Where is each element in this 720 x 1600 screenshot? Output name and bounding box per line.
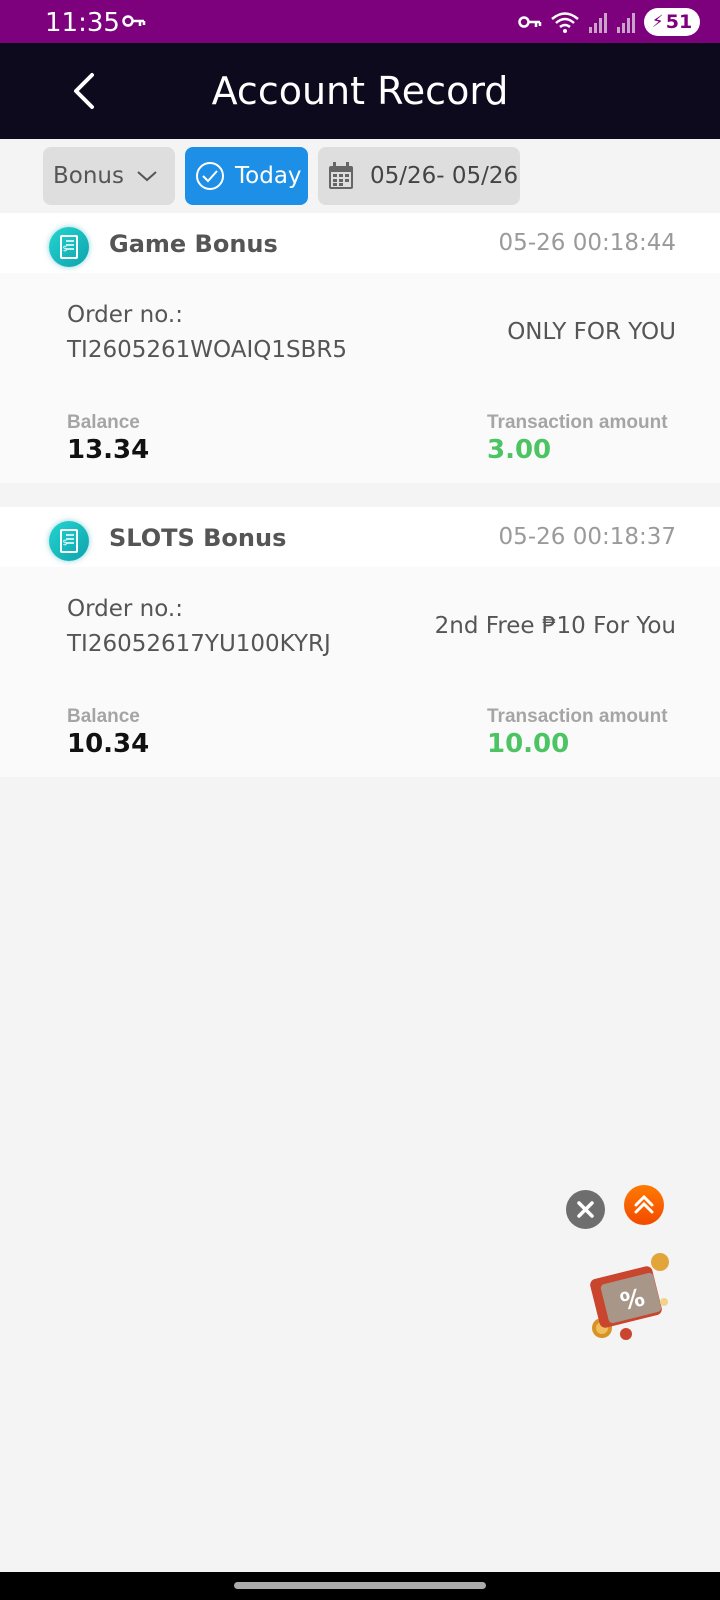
svg-text:$: $ (63, 244, 68, 253)
signal-icon (617, 13, 635, 33)
transaction-amount-value: 3.00 (487, 435, 552, 465)
close-icon (577, 1201, 594, 1218)
wifi-icon (551, 12, 579, 33)
order-no-label: Order no.: (67, 302, 183, 328)
svg-text:$: $ (63, 538, 68, 547)
promo-coupon-icon[interactable]: % (582, 1250, 682, 1350)
today-filter-button[interactable]: Today (185, 147, 308, 205)
close-promo-button[interactable] (566, 1190, 605, 1229)
page-title: Account Record (211, 69, 509, 113)
balance-label: Balance (67, 706, 140, 727)
date-range-picker[interactable]: 05/26- 05/26 (318, 147, 520, 205)
system-nav-bar (0, 1572, 720, 1600)
receipt-icon: $ (49, 227, 89, 267)
app-header: Account Record (0, 43, 720, 139)
today-label: Today (235, 163, 302, 189)
record-card[interactable]: $ Game Bonus 05-26 00:18:44 Order no.: T… (0, 213, 720, 483)
record-title: Game Bonus (109, 230, 278, 258)
double-chevron-up-icon (634, 1194, 654, 1214)
balance-value: 13.34 (67, 435, 150, 465)
battery-level: 51 (665, 11, 693, 33)
record-remark: ONLY FOR YOU (507, 319, 676, 345)
order-no-value: TI26052617YU100KYRJ (67, 631, 331, 657)
record-card[interactable]: $ SLOTS Bonus 05-26 00:18:37 Order no.: … (0, 507, 720, 777)
balance-value: 10.34 (67, 729, 150, 759)
transaction-amount-label: Transaction amount (487, 412, 668, 433)
signal-icon (589, 13, 607, 33)
record-title: SLOTS Bonus (109, 524, 287, 552)
type-filter-dropdown[interactable]: Bonus (43, 147, 175, 205)
order-no-value: TI2605261WOAIQ1SBR5 (67, 337, 347, 363)
transaction-amount-value: 10.00 (487, 729, 570, 759)
charging-icon: ⚡ (651, 12, 664, 32)
vpn-key-icon (518, 16, 542, 28)
record-remark: 2nd Free ₱10 For You (434, 613, 676, 639)
status-bar: 11:35 ⚡ 51 (0, 0, 720, 43)
type-filter-label: Bonus (53, 163, 124, 189)
status-icons: ⚡ 51 (518, 8, 700, 36)
balance-label: Balance (67, 412, 140, 433)
status-time: 11:35 (45, 8, 120, 38)
record-header: $ Game Bonus 05-26 00:18:44 (0, 213, 720, 273)
calendar-icon (329, 162, 353, 189)
battery-indicator: ⚡ 51 (644, 8, 700, 36)
order-no-label: Order no.: (67, 596, 183, 622)
date-range-label: 05/26- 05/26 (370, 163, 519, 189)
record-header: $ SLOTS Bonus 05-26 00:18:37 (0, 507, 720, 567)
filter-bar: Bonus Today 05/26- 05/26 (0, 139, 720, 213)
vpn-key-icon (122, 15, 146, 27)
check-circle-icon (196, 162, 224, 190)
scroll-to-top-button[interactable] (624, 1185, 664, 1225)
record-time: 05-26 00:18:44 (498, 230, 676, 256)
receipt-icon: $ (49, 521, 89, 561)
transaction-amount-label: Transaction amount (487, 706, 668, 727)
record-time: 05-26 00:18:37 (498, 524, 676, 550)
chevron-down-icon (137, 171, 157, 182)
home-gesture-handle[interactable] (234, 1582, 486, 1589)
